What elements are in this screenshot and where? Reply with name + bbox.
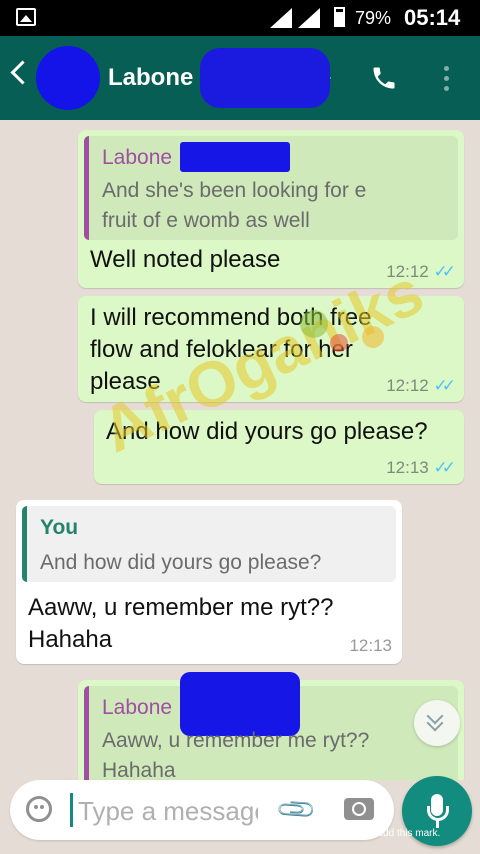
- quote-bar: [84, 136, 89, 240]
- quote-line: And how did yours go please?: [40, 551, 322, 574]
- quote-sender: Labone: [102, 146, 173, 169]
- battery-icon: [334, 7, 345, 27]
- quote-text: Aaww, u remember me ryt?? Hahaha: [102, 726, 369, 780]
- battery-percent: 79%: [355, 8, 392, 28]
- camera-icon[interactable]: [344, 798, 374, 820]
- message-text: Well noted please: [90, 244, 280, 276]
- quote-sender: Labone: [102, 696, 173, 719]
- attach-icon[interactable]: 📎: [274, 787, 318, 831]
- quote-sender: You: [40, 516, 79, 539]
- status-bar: 79% 05:14: [0, 0, 480, 36]
- gallery-icon: [16, 8, 36, 26]
- watermark-decoration: [300, 310, 328, 338]
- quote-text: And how did yours go please?: [40, 548, 321, 578]
- read-ticks-icon: ✓✓: [433, 458, 456, 477]
- watermark-decoration: [330, 334, 348, 352]
- contact-name[interactable]: Labone: [108, 64, 193, 92]
- message-line: Well noted please: [90, 246, 281, 273]
- clock: 05:14: [404, 5, 461, 30]
- message-line: Hahaha: [28, 626, 113, 653]
- composer-bar: 📎 Processed using the free version of Wa…: [0, 776, 480, 854]
- watermark-decoration: [362, 326, 384, 348]
- more-options-icon[interactable]: [444, 66, 450, 92]
- quoted-message[interactable]: Labone Aaww, u remember me ryt?? Hahaha: [84, 672, 458, 780]
- chat-header: Labone: [0, 36, 480, 120]
- scroll-to-bottom-button[interactable]: [414, 700, 460, 746]
- redaction-mark: [180, 142, 290, 172]
- read-ticks-icon: ✓✓: [433, 376, 456, 395]
- back-arrow-icon[interactable]: [10, 60, 35, 85]
- quote-line: Aaww, u remember me ryt??: [102, 729, 370, 752]
- message-line: Aaww, u remember me ryt??: [28, 594, 334, 621]
- quote-line: Hahaha: [102, 759, 176, 780]
- phone-icon[interactable]: [370, 64, 398, 92]
- emoji-icon[interactable]: [26, 796, 52, 822]
- time-text: 12:13: [386, 458, 429, 477]
- quote-bar: [84, 686, 89, 780]
- message-time: 12:13: [349, 636, 392, 655]
- message-text: Aaww, u remember me ryt?? Hahaha: [28, 592, 333, 656]
- text-cursor: [70, 793, 73, 827]
- message-bubble-outgoing[interactable]: Labone Aaww, u remember me ryt?? Hahaha: [78, 672, 464, 780]
- quote-bar: [22, 506, 27, 582]
- signal-icon: [298, 8, 320, 28]
- message-bubble-incoming[interactable]: You And how did yours go please? Aaww, u…: [16, 500, 402, 664]
- redaction-mark: [200, 48, 330, 108]
- quoted-message[interactable]: You And how did yours go please?: [22, 506, 396, 582]
- quote-line: fruit of e womb as well: [102, 209, 310, 232]
- message-time: 12:13 ✓✓: [386, 458, 456, 478]
- message-list[interactable]: Labone And she's been looking for e frui…: [0, 120, 480, 780]
- quoted-message[interactable]: Labone And she's been looking for e frui…: [84, 136, 458, 240]
- message-time: 12:12 ✓✓: [386, 376, 456, 396]
- time-text: 12:12: [386, 376, 429, 395]
- signal-icon: [270, 8, 292, 28]
- quote-text: And she's been looking for e fruit of e …: [102, 176, 366, 236]
- quote-line: And she's been looking for e: [102, 179, 367, 202]
- read-ticks-icon: ✓✓: [433, 262, 456, 281]
- message-input[interactable]: [76, 790, 260, 832]
- avatar[interactable]: [36, 46, 100, 110]
- processing-notice: Processed using the free version of Wate…: [39, 828, 441, 839]
